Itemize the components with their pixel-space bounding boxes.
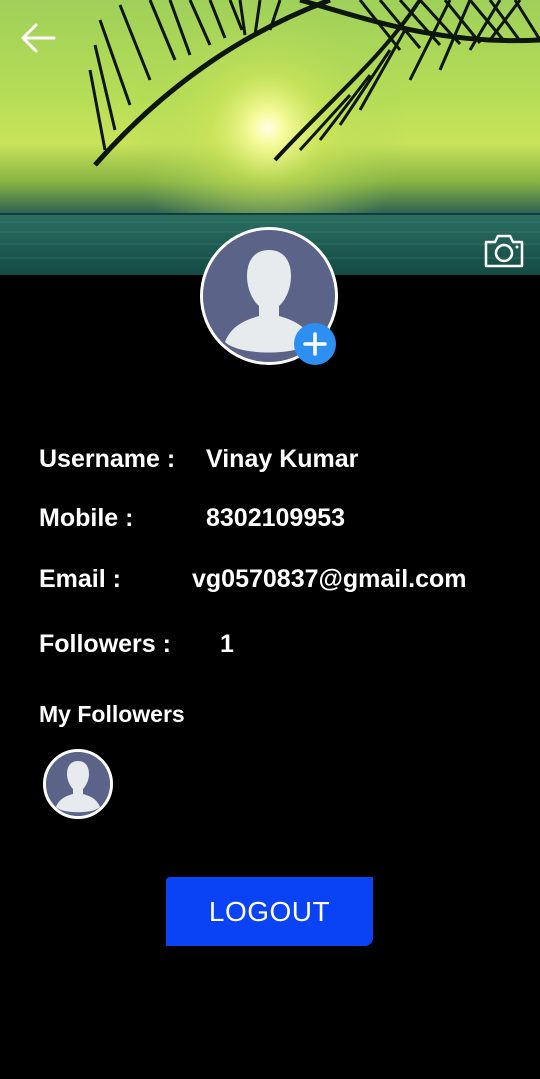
- username-value: Vinay Kumar: [206, 445, 359, 473]
- back-button[interactable]: [18, 20, 58, 56]
- arrow-left-icon: [21, 23, 56, 53]
- mobile-value: 8302109953: [206, 504, 346, 532]
- plus-icon: [303, 332, 327, 356]
- add-photo-button[interactable]: [294, 323, 336, 365]
- logout-button[interactable]: LOGOUT: [166, 877, 373, 946]
- followers-label: Followers :: [39, 630, 171, 658]
- followers-count: 1: [220, 630, 234, 658]
- email-value: vg0570837@gmail.com: [192, 565, 467, 593]
- my-followers-heading: My Followers: [39, 701, 185, 727]
- username-label: Username :: [39, 445, 176, 473]
- mobile-label: Mobile :: [39, 504, 134, 532]
- person-silhouette-icon: [46, 752, 110, 816]
- change-cover-button[interactable]: [482, 232, 526, 270]
- email-label: Email :: [39, 565, 121, 593]
- follower-avatar[interactable]: [43, 749, 113, 819]
- camera-icon: [484, 234, 524, 268]
